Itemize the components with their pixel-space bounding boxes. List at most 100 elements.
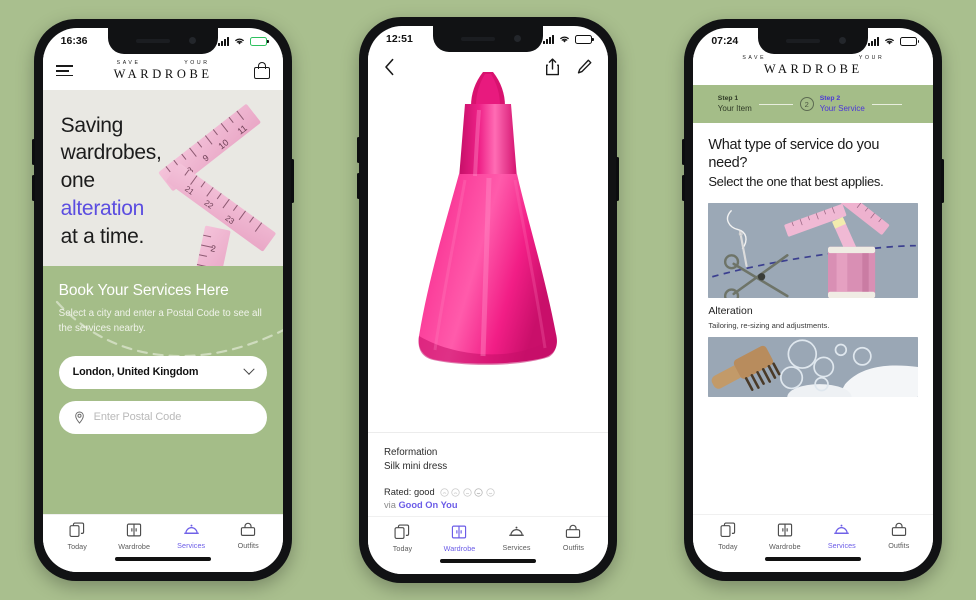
tab-wardrobe-label: Wardrobe (443, 544, 476, 553)
volume-down-button[interactable] (682, 175, 686, 201)
tab-bar: Today Wardrobe Services Outfits (42, 514, 283, 555)
volume-up-button[interactable] (682, 139, 686, 165)
logo-save: SAVE (742, 55, 767, 61)
battery-icon (574, 34, 594, 44)
signal-bars-icon (217, 36, 229, 46)
phone-3-screen: 07:24 SAVE YOUR WARDROBE Step 1 Your Ite… (693, 28, 934, 572)
chevron-left-icon[interactable] (384, 58, 395, 76)
pink-silk-mini-dress-image (418, 72, 557, 365)
volume-down-button[interactable] (31, 175, 35, 201)
step-2-label: Your Service (819, 103, 865, 113)
logo-your: YOUR (184, 60, 210, 66)
volume-up-button[interactable] (31, 139, 35, 165)
home-indicator[interactable] (367, 557, 608, 574)
progress-stepper: Step 1 Your Item 2 Step 2 Your Service (693, 85, 934, 123)
face-rating-icon-5 (486, 487, 495, 497)
logo-your: YOUR (858, 55, 885, 61)
tab-wardrobe[interactable]: Wardrobe (106, 522, 163, 551)
service-selection-body: What type of service do you need? Select… (693, 122, 934, 514)
tab-today[interactable]: Today (374, 524, 431, 553)
volume-up-button[interactable] (356, 137, 360, 163)
booking-title: Book Your Services Here (58, 282, 229, 300)
status-time: 16:36 (60, 35, 88, 47)
step-1-label: Your Item (717, 103, 752, 113)
city-select[interactable]: London, United Kingdom (58, 355, 267, 389)
face-rating-icon-1 (440, 487, 449, 497)
hamburger-menu-icon[interactable] (55, 65, 73, 77)
product-info: Reformation Silk mini dress Rated: good … (367, 431, 608, 516)
logo-wardrobe: WARDROBE (113, 67, 213, 82)
notch (758, 28, 869, 54)
phone-2-screen: 12:51 Reformation Silk mini dress Rated:… (367, 26, 608, 574)
wifi-icon (234, 38, 244, 45)
location-pin-icon (74, 411, 84, 424)
tab-wardrobe[interactable]: Wardrobe (431, 524, 488, 553)
tab-services[interactable]: Services (488, 524, 545, 552)
tab-services-label: Services (502, 543, 531, 552)
product-rating: Rated: good (384, 487, 592, 497)
services-bell-icon (834, 524, 850, 534)
power-button[interactable] (941, 159, 945, 203)
hero-line-1: Saving (60, 113, 124, 137)
service-card-alteration[interactable]: Alteration Tailoring, re-sizing and adju… (708, 202, 919, 330)
tab-services[interactable]: Services (813, 522, 870, 550)
app-logo: SAVE YOUR WARDROBE (113, 60, 213, 82)
booking-section: Book Your Services Here Select a city an… (42, 266, 283, 514)
cleaning-image (708, 336, 919, 397)
services-bell-icon (509, 526, 524, 536)
phone-1-screen: 16:36 SAVE YOUR WARDROBE 8 9 10 11 21 22… (42, 28, 283, 572)
tab-wardrobe[interactable]: Wardrobe (756, 522, 813, 551)
today-cards-icon (69, 522, 85, 537)
step-1[interactable]: Step 1 Your Item (718, 95, 752, 113)
shopping-bag-icon[interactable] (253, 62, 270, 80)
stepper-connector-1 (758, 103, 793, 106)
tab-outfits-label: Outfits (888, 541, 910, 550)
tab-services-label: Services (177, 541, 206, 550)
wifi-icon (885, 38, 895, 45)
home-indicator[interactable] (693, 555, 934, 572)
home-indicator[interactable] (42, 555, 283, 572)
power-button[interactable] (615, 157, 619, 201)
product-nav-bar (368, 52, 608, 82)
pencil-edit-icon[interactable] (577, 59, 592, 75)
hero-line-4: at a time. (60, 224, 145, 248)
tab-services-label: Services (827, 541, 856, 550)
screenshot-stage: 16:36 SAVE YOUR WARDROBE 8 9 10 11 21 22… (0, 0, 976, 600)
tab-wardrobe-label: Wardrobe (768, 542, 801, 551)
today-cards-icon (720, 522, 735, 537)
tab-today[interactable]: Today (49, 522, 106, 551)
share-upload-icon[interactable] (545, 58, 560, 76)
tab-services[interactable]: Services (163, 522, 220, 550)
via-source-link[interactable]: Good On You (398, 500, 457, 510)
booking-subtitle: Select a city and enter a Postal Code to… (58, 308, 262, 334)
rating-label: Rated: good (383, 487, 435, 497)
stepper-connector-2 (871, 103, 902, 106)
wardrobe-closet-icon (777, 523, 792, 537)
step-2[interactable]: Step 2 Your Service (820, 95, 865, 113)
postal-code-input[interactable]: Enter Postal Code (58, 400, 267, 434)
tab-outfits[interactable]: Outfits (870, 522, 927, 550)
phone-3: 07:24 SAVE YOUR WARDROBE Step 1 Your Ite… (682, 19, 945, 581)
tab-today-label: Today (67, 542, 87, 551)
power-button[interactable] (290, 159, 294, 203)
city-select-value: London, United Kingdom (72, 366, 199, 379)
signal-bars-icon (542, 34, 554, 44)
tab-outfits[interactable]: Outfits (220, 522, 277, 550)
app-logo: SAVE YOUR WARDROBE (739, 55, 887, 76)
product-image-area (367, 52, 608, 432)
alteration-image (708, 202, 919, 298)
status-time: 12:51 (385, 33, 413, 45)
app-header: SAVE YOUR WARDROBE (42, 54, 283, 90)
volume-down-button[interactable] (356, 173, 360, 199)
tab-outfits[interactable]: Outfits (545, 524, 602, 552)
step-1-number: Step 1 (717, 95, 739, 103)
wardrobe-closet-icon (127, 523, 142, 537)
hero-line-2: wardrobes, (60, 141, 162, 165)
hero-accent-word: alteration (60, 196, 145, 220)
service-card-cleaning[interactable] (708, 336, 919, 397)
service-question-sub: Select the one that best applies. (708, 173, 884, 189)
hero-line-3: one (60, 169, 95, 193)
service-question: What type of service do you need? (708, 136, 880, 172)
tab-today[interactable]: Today (699, 522, 756, 551)
phone-1: 16:36 SAVE YOUR WARDROBE 8 9 10 11 21 22… (31, 19, 294, 581)
